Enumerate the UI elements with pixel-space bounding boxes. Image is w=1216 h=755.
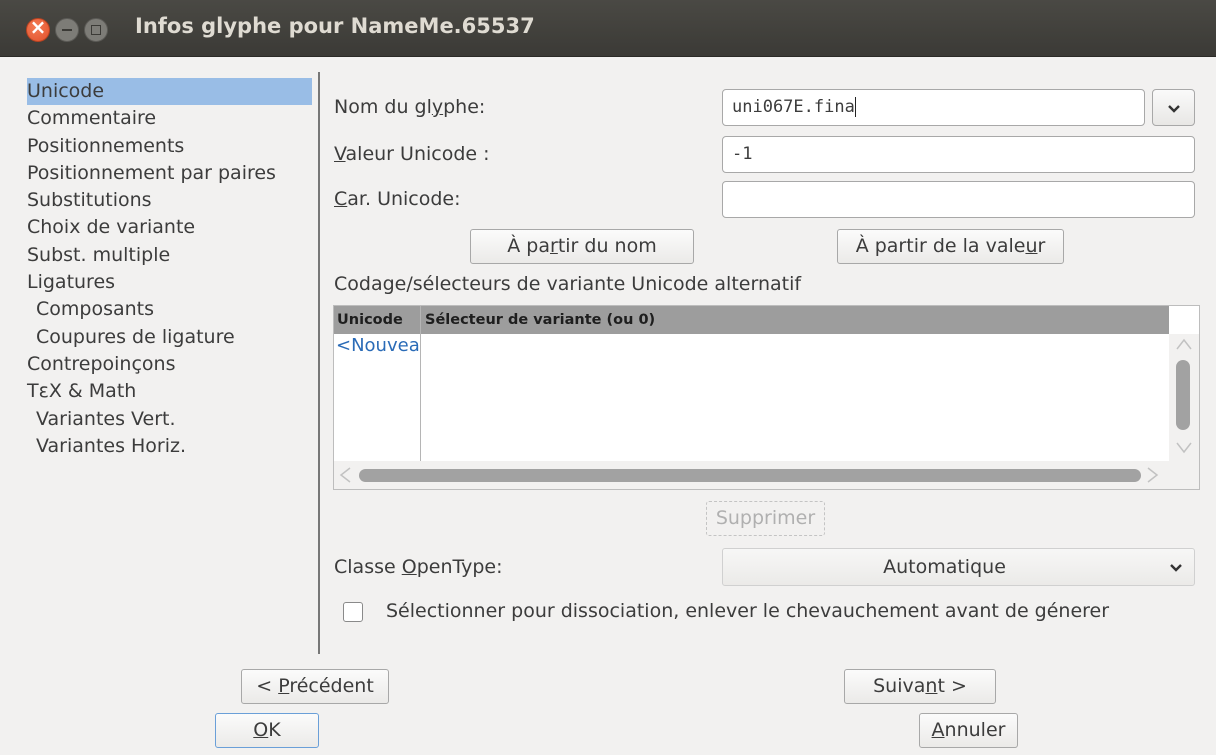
sidebar-item-contrepoincons[interactable]: Contrepoinçons	[27, 351, 312, 378]
column-divider	[420, 306, 421, 463]
scroll-down-icon[interactable]	[1176, 442, 1192, 454]
scroll-left-icon[interactable]	[339, 467, 351, 483]
close-window-button[interactable]	[26, 15, 50, 42]
table-row-new-entry[interactable]: <Nouveau>	[336, 335, 420, 356]
detach-checkbox[interactable]	[343, 602, 363, 622]
title-bar: Infos glyphe pour NameMe.65537	[0, 0, 1216, 57]
sidebar-item-composants[interactable]: Composants	[27, 296, 312, 323]
pane-divider[interactable]	[318, 72, 320, 654]
opentype-class-label: Classe OpenType:	[334, 556, 503, 578]
sidebar-item-positionnement-par-paires[interactable]: Positionnement par paires	[27, 160, 312, 187]
chevron-down-icon	[1167, 104, 1180, 113]
ok-button[interactable]: OK	[215, 713, 319, 748]
opentype-class-value: Automatique	[883, 556, 1006, 578]
sidebar-item-variantes-vert[interactable]: Variantes Vert.	[27, 406, 312, 433]
vertical-scrollbar[interactable]	[1169, 334, 1199, 462]
window-title: Infos glyphe pour NameMe.65537	[135, 14, 535, 38]
glyph-name-label: Nom du glyphe:	[334, 96, 486, 118]
sidebar-item-coupures-de-ligature[interactable]: Coupures de ligature	[27, 324, 312, 351]
chevron-down-icon	[1170, 564, 1182, 572]
sidebar-item-unicode[interactable]: Unicode	[27, 78, 312, 106]
unicode-char-label: Car. Unicode:	[334, 188, 461, 210]
table-header: Unicode Sélecteur de variante (ou 0)	[334, 306, 1169, 334]
glyph-name-dropdown-button[interactable]	[1152, 89, 1195, 126]
column-header-variant-selector[interactable]: Sélecteur de variante (ou 0)	[425, 306, 655, 334]
sidebar-item-subst-multiple[interactable]: Subst. multiple	[27, 242, 312, 269]
from-name-button[interactable]: À partir du nom	[470, 229, 694, 264]
sidebar-nav: Unicode Commentaire Positionnements Posi…	[27, 78, 312, 460]
delete-button[interactable]: Supprimer	[706, 501, 825, 536]
sidebar-item-variantes-horiz[interactable]: Variantes Horiz.	[27, 433, 312, 460]
column-header-unicode[interactable]: Unicode	[337, 306, 403, 334]
detach-checkbox-label: Sélectionner pour dissociation, enlever …	[386, 600, 1110, 622]
cancel-button[interactable]: Annuler	[919, 713, 1018, 748]
sidebar-item-substitutions[interactable]: Substitutions	[27, 187, 312, 214]
previous-button[interactable]: < Précédent	[241, 669, 389, 704]
sidebar-item-positionnements[interactable]: Positionnements	[27, 133, 312, 160]
sidebar-item-commentaire[interactable]: Commentaire	[27, 105, 312, 132]
minimize-window-button[interactable]	[55, 18, 79, 42]
opentype-class-select[interactable]: Automatique	[722, 548, 1195, 586]
maximize-window-button[interactable]	[84, 18, 108, 42]
unicode-value-label: Valeur Unicode :	[334, 143, 490, 165]
sidebar-item-choix-de-variante[interactable]: Choix de variante	[27, 214, 312, 241]
glyph-name-input[interactable]: uni067E.fina	[722, 89, 1145, 126]
horizontal-scroll-thumb[interactable]	[359, 469, 1141, 482]
unicode-char-input[interactable]	[722, 181, 1195, 218]
vertical-scroll-thumb[interactable]	[1176, 360, 1190, 430]
scroll-up-icon[interactable]	[1176, 338, 1192, 350]
horizontal-scrollbar[interactable]	[334, 461, 1199, 489]
alt-encodings-heading: Codage/sélecteurs de variante Unicode al…	[334, 273, 802, 295]
sidebar-item-tex-math[interactable]: TεX & Math	[27, 378, 312, 405]
text-caret	[854, 97, 856, 117]
unicode-value-input[interactable]: -1	[722, 136, 1195, 173]
from-value-button[interactable]: À partir de la valeur	[837, 229, 1064, 264]
sidebar-item-ligatures[interactable]: Ligatures	[27, 269, 312, 296]
alt-encodings-table: Unicode Sélecteur de variante (ou 0) <No…	[333, 305, 1200, 490]
scroll-right-icon[interactable]	[1147, 467, 1159, 483]
next-button[interactable]: Suivant >	[844, 669, 996, 704]
glyph-name-value: uni067E.fina	[732, 97, 855, 117]
